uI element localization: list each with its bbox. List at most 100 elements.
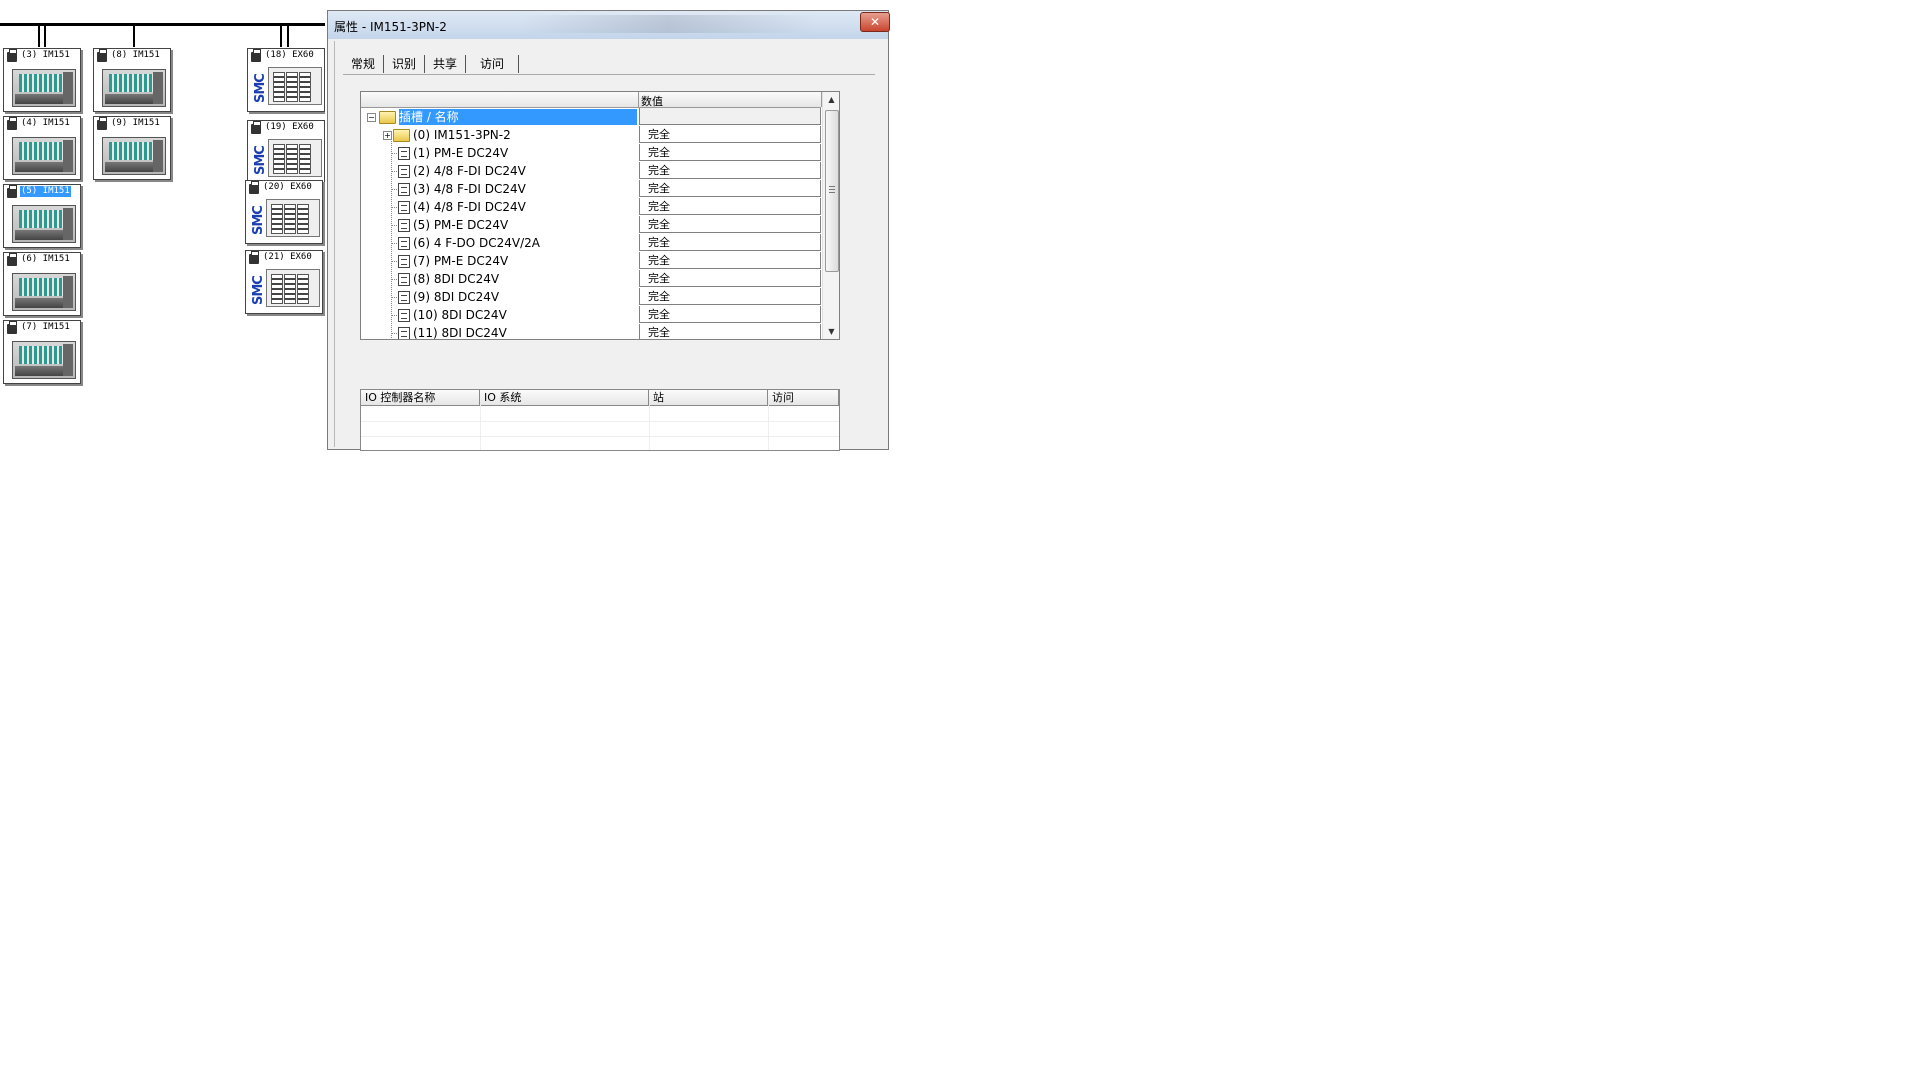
device-label: (7) IM151 [21, 322, 70, 332]
ex60-node[interactable]: (18) EX60 SMC [247, 48, 325, 112]
device-node[interactable]: (4) IM151 [3, 116, 81, 180]
tree-row[interactable]: + (0) IM151-3PN-2 完全 [361, 126, 821, 144]
vertical-scrollbar[interactable]: ▲ ▼ [822, 92, 839, 339]
module-icon [398, 237, 410, 250]
access-value[interactable]: 完全 [639, 306, 821, 323]
device-icon [7, 321, 17, 334]
close-button[interactable]: ✕ [860, 12, 890, 32]
smc-logo: SMC [252, 63, 268, 107]
tree-root-value [639, 108, 821, 125]
access-value[interactable]: 完全 [639, 126, 821, 143]
device-node[interactable]: (3) IM151 [3, 48, 81, 112]
device-node[interactable]: (9) IM151 [93, 116, 171, 180]
tree-row[interactable]: (9) 8DI DC24V 完全 [361, 288, 821, 306]
column-header-io-system[interactable]: IO 系统 [480, 390, 649, 405]
device-icon [97, 49, 107, 62]
bus-drop [133, 23, 135, 47]
slot-label: (0) IM151-3PN-2 [413, 128, 511, 142]
collapse-icon[interactable]: − [367, 113, 376, 122]
access-value[interactable]: 完全 [639, 234, 821, 251]
module-icon [398, 327, 410, 339]
smc-logo: SMC [252, 135, 268, 179]
bus-drop [287, 23, 289, 47]
module-icon [398, 309, 410, 322]
access-value[interactable]: 完全 [639, 288, 821, 305]
tree-root-row[interactable]: − 插槽 / 名称 [361, 108, 821, 126]
access-value[interactable]: 完全 [639, 270, 821, 287]
tree-root-label: 插槽 / 名称 [399, 110, 459, 124]
column-header-value[interactable]: 数值 [641, 93, 663, 109]
folder-open-icon [379, 111, 396, 124]
module-icon [398, 147, 410, 160]
device-icon [251, 121, 261, 134]
scroll-down-arrow-icon[interactable]: ▼ [823, 324, 839, 339]
tree-row[interactable]: (5) PM-E DC24V 完全 [361, 216, 821, 234]
tree-row[interactable]: (7) PM-E DC24V 完全 [361, 252, 821, 270]
io-rack-icon [12, 69, 76, 107]
module-icon [398, 255, 410, 268]
tab-strip: 常规 识别 共享 访问 [343, 55, 520, 73]
io-rack-icon [12, 137, 76, 175]
access-value[interactable]: 完全 [639, 324, 821, 339]
device-node[interactable]: (6) IM151 [3, 252, 81, 316]
device-label: (8) IM151 [111, 50, 160, 60]
bus-drop [38, 23, 40, 47]
tab-access[interactable]: 访问 [466, 55, 520, 73]
ex60-node[interactable]: (20) EX60 SMC [245, 180, 323, 244]
tree-row[interactable]: (4) 4/8 F-DI DC24V 完全 [361, 198, 821, 216]
device-label: (20) EX60 [263, 182, 312, 192]
column-header-controller-name[interactable]: IO 控制器名称 [361, 390, 480, 405]
tree-row[interactable]: (1) PM-E DC24V 完全 [361, 144, 821, 162]
device-label: (18) EX60 [265, 50, 314, 60]
slot-label: (2) 4/8 F-DI DC24V [413, 164, 526, 178]
ex60-node[interactable]: (21) EX60 SMC [245, 250, 323, 314]
column-header-access[interactable]: 访问 [768, 390, 839, 405]
access-value[interactable]: 完全 [639, 252, 821, 269]
expand-icon[interactable]: + [383, 131, 392, 140]
device-icon [7, 49, 17, 62]
access-value[interactable]: 完全 [639, 216, 821, 233]
tab-general[interactable]: 常规 [343, 55, 385, 73]
device-label: (9) IM151 [111, 118, 160, 128]
io-rack-icon [102, 137, 166, 175]
column-header-station[interactable]: 站 [649, 390, 768, 405]
network-view: (3) IM151 (8) IM151 (4) IM151 (9) IM151 … [0, 0, 325, 448]
tab-identification[interactable]: 识别 [384, 55, 426, 73]
tree-row[interactable]: (2) 4/8 F-DI DC24V 完全 [361, 162, 821, 180]
scrollbar-thumb[interactable] [825, 110, 839, 272]
column-header-name[interactable] [361, 92, 639, 107]
tree-row[interactable]: (6) 4 F-DO DC24V/2A 完全 [361, 234, 821, 252]
tab-shared[interactable]: 共享 [425, 55, 467, 73]
folder-icon [393, 129, 410, 142]
device-icon [7, 253, 17, 266]
slot-label: (10) 8DI DC24V [413, 308, 507, 322]
tree-row[interactable]: (11) 8DI DC24V 完全 [361, 324, 821, 339]
io-rack-icon [12, 205, 76, 243]
tree-row[interactable]: (8) 8DI DC24V 完全 [361, 270, 821, 288]
module-icon [398, 273, 410, 286]
slot-access-tree[interactable]: 数值 − 插槽 / 名称 + (0) IM151-3PN-2 完全 (1) PM… [360, 91, 840, 340]
tree-row[interactable]: (3) 4/8 F-DI DC24V 完全 [361, 180, 821, 198]
bus-drop [44, 23, 46, 47]
device-icon [7, 117, 17, 130]
device-icon [97, 117, 107, 130]
dialog-title-bar[interactable]: 属性 - IM151-3PN-2 ✕ [328, 11, 890, 39]
module-icon [398, 183, 410, 196]
slot-label: (5) PM-E DC24V [413, 218, 509, 232]
device-node[interactable]: (8) IM151 [93, 48, 171, 112]
device-node[interactable]: (7) IM151 [3, 320, 81, 384]
access-value[interactable]: 完全 [639, 180, 821, 197]
access-value[interactable]: 完全 [639, 162, 821, 179]
scroll-up-arrow-icon[interactable]: ▲ [823, 92, 839, 107]
device-label: (5) IM151 [20, 186, 71, 197]
device-node-selected[interactable]: (5) IM151 [3, 184, 81, 248]
valve-manifold-icon [268, 67, 322, 105]
io-controller-access-table[interactable]: IO 控制器名称 IO 系统 站 访问 [360, 389, 840, 451]
tree-row[interactable]: (10) 8DI DC24V 完全 [361, 306, 821, 324]
ex60-node[interactable]: (19) EX60 SMC [247, 120, 325, 184]
device-icon [249, 251, 259, 264]
access-value[interactable]: 完全 [639, 144, 821, 161]
io-rack-icon [12, 273, 76, 311]
module-icon [398, 291, 410, 304]
access-value[interactable]: 完全 [639, 198, 821, 215]
